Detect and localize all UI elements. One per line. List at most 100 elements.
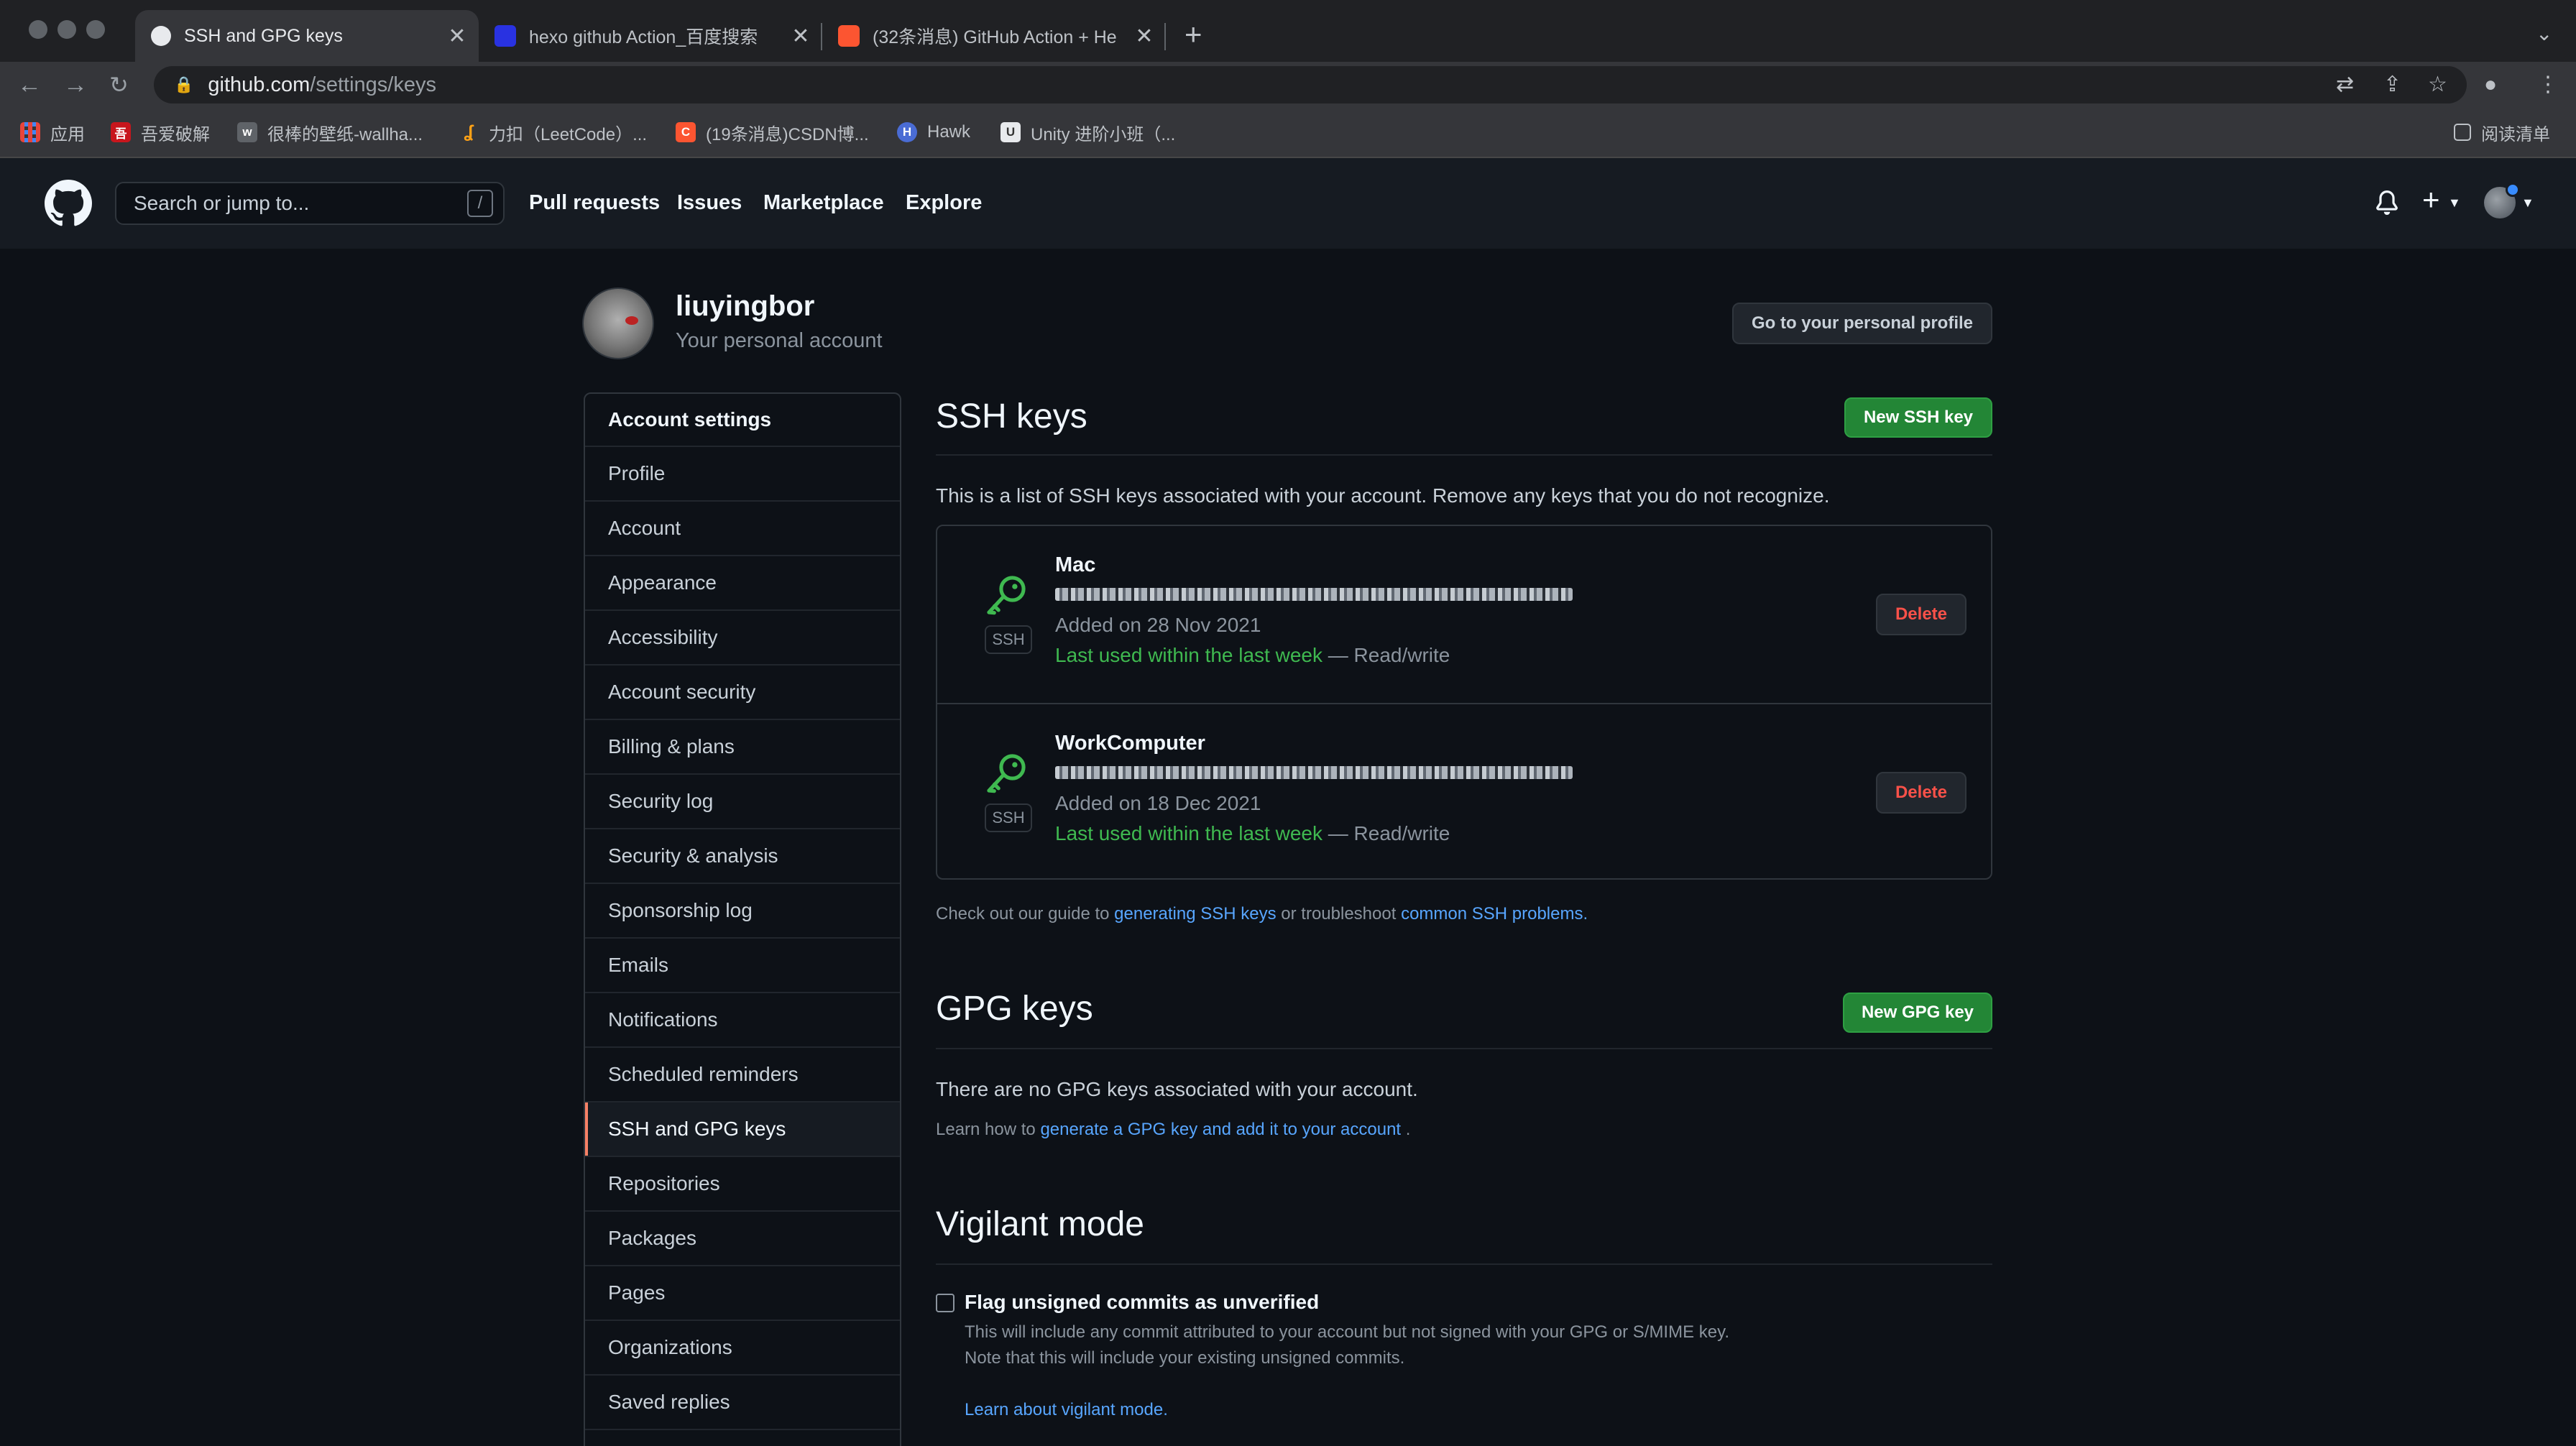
key-last-used: Last used within the last week — Read/wr… (1055, 822, 1450, 845)
browser-toolbar: ← → ↻ 🔒 github.com/settings/keys ⇄ ⇪ ☆ ●… (0, 62, 2576, 108)
go-to-profile-button[interactable]: Go to your personal profile (1732, 303, 1992, 344)
create-caret-icon[interactable]: ▼ (2448, 195, 2461, 211)
nav-marketplace[interactable]: Marketplace (763, 191, 884, 215)
sidebar-item-security-log[interactable]: Security log (585, 775, 900, 829)
tab-close-icon[interactable]: ✕ (443, 24, 472, 49)
back-arrow-icon[interactable]: ← (17, 68, 42, 102)
flag-unsigned-label[interactable]: Flag unsigned commits as unverified (965, 1291, 1319, 1314)
sidebar-item-more[interactable] (585, 1430, 900, 1446)
bookmark-csdn[interactable]: C (19条消息)CSDN博... (676, 118, 869, 147)
avatar-eye-detail (625, 316, 638, 325)
forward-arrow-icon[interactable]: → (63, 68, 88, 102)
profile-avatar[interactable] (582, 287, 654, 359)
tab-close-icon[interactable]: ✕ (786, 24, 815, 49)
notifications-bell-icon[interactable] (2375, 190, 2399, 219)
bookmarks-bar: 应用 吾 吾爱破解 w 很棒的壁纸-wallha... ʆ 力扣（LeetCod… (0, 108, 2576, 158)
gpg-keys-title: GPG keys (936, 990, 1093, 1028)
sidebar-item-account-security[interactable]: Account security (585, 666, 900, 720)
key-icon (980, 571, 1032, 623)
reload-icon[interactable]: ↻ (109, 68, 129, 102)
new-tab-button[interactable]: + (1184, 17, 1202, 52)
nav-explore[interactable]: Explore (906, 191, 982, 215)
sidebar-item-emails[interactable]: Emails (585, 939, 900, 993)
sidebar-item-saved-replies[interactable]: Saved replies (585, 1376, 900, 1430)
learn-suffix: . (1401, 1120, 1411, 1139)
github-logo-icon[interactable] (45, 180, 92, 231)
reading-list-button[interactable]: 阅读清单 (2454, 118, 2550, 147)
menu-kebab-icon[interactable]: ⋮ (2537, 72, 2559, 98)
tab-baidu-search[interactable]: hexo github Action_百度搜索 ✕ (479, 10, 822, 62)
window-maximize-button[interactable] (86, 20, 105, 39)
profile-icon[interactable]: ● (2484, 72, 2497, 98)
apps-grid-icon (20, 122, 40, 142)
sidebar-item-security-analysis[interactable]: Security & analysis (585, 829, 900, 884)
window-close-button[interactable] (29, 20, 47, 39)
bookmark-star-icon[interactable]: ☆ (2428, 72, 2447, 98)
address-bar[interactable]: 🔒 github.com/settings/keys (154, 66, 2467, 103)
generate-gpg-key-link[interactable]: generate a GPG key and add it to your ac… (1040, 1120, 1401, 1139)
bookmark-unity[interactable]: U Unity 进阶小班（... (1000, 118, 1175, 147)
share-icon[interactable]: ⇪ (2383, 72, 2401, 98)
new-gpg-key-button[interactable]: New GPG key (1843, 993, 1992, 1033)
gpg-empty-message: There are no GPG keys associated with yo… (936, 1078, 1418, 1100)
key-fingerprint-redacted (1055, 766, 1573, 779)
tab-title: hexo github Action_百度搜索 (529, 27, 758, 47)
profile-name[interactable]: liuyingbor (676, 290, 814, 323)
vigilant-mode-link[interactable]: Learn about vigilant mode. (965, 1400, 1168, 1419)
sidebar-item-appearance[interactable]: Appearance (585, 556, 900, 611)
bookmark-label: Unity 进阶小班（... (1031, 124, 1176, 144)
avatar-caret-icon[interactable]: ▼ (2521, 195, 2534, 211)
generating-ssh-keys-link[interactable]: generating SSH keys (1114, 904, 1276, 924)
sidebar-item-billing[interactable]: Billing & plans (585, 720, 900, 775)
vigilant-mode-title: Vigilant mode (936, 1205, 1144, 1243)
delete-key-button[interactable]: Delete (1876, 594, 1966, 635)
settings-sidebar: Account settings Profile Account Appeara… (584, 392, 901, 1446)
sidebar-item-accessibility[interactable]: Accessibility (585, 611, 900, 666)
bookmark-52pojie[interactable]: 吾 吾爱破解 (111, 118, 210, 147)
gpg-learn-text: Learn how to generate a GPG key and add … (936, 1120, 1410, 1140)
tab-csdn-article[interactable]: (32条消息) GitHub Action + He ✕ (822, 10, 1166, 62)
nav-issues[interactable]: Issues (677, 191, 742, 215)
bookmark-apps[interactable]: 应用 (20, 118, 85, 147)
sidebar-item-pages[interactable]: Pages (585, 1266, 900, 1321)
browser-tab-strip: SSH and GPG keys ✕ hexo github Action_百度… (0, 0, 2576, 62)
bookmark-label: (19条消息)CSDN博... (706, 124, 869, 144)
url-path: /settings/keys (310, 73, 436, 96)
bookmark-wallhaven[interactable]: w 很棒的壁纸-wallha... (237, 118, 423, 147)
csdn-favicon-icon (838, 25, 860, 47)
tab-search-chevron-icon[interactable]: ⌄ (2536, 22, 2552, 45)
sidebar-item-repositories[interactable]: Repositories (585, 1157, 900, 1212)
leetcode-icon: ʆ (464, 122, 474, 142)
sidebar-item-notifications[interactable]: Notifications (585, 993, 900, 1048)
nav-pull-requests[interactable]: Pull requests (529, 191, 660, 215)
tab-title: SSH and GPG keys (184, 25, 343, 46)
window-minimize-button[interactable] (58, 20, 76, 39)
bookmark-hawk[interactable]: H Hawk (897, 118, 970, 147)
flag-unsigned-checkbox[interactable] (936, 1294, 954, 1312)
tab-ssh-gpg-keys[interactable]: SSH and GPG keys ✕ (135, 10, 479, 62)
create-new-plus-icon[interactable]: + (2422, 183, 2440, 217)
list-item: SSH WorkComputer Added on 18 Dec 2021 La… (937, 703, 1991, 880)
key-last-used-text: Last used within the last week (1055, 644, 1322, 666)
tab-title: (32条消息) GitHub Action + He (873, 27, 1117, 47)
tab-close-icon[interactable]: ✕ (1130, 24, 1159, 49)
ssh-title-divider (936, 454, 1992, 456)
new-ssh-key-button[interactable]: New SSH key (1844, 397, 1992, 438)
sidebar-item-packages[interactable]: Packages (585, 1212, 900, 1266)
vigilant-learn-container: Learn about vigilant mode. (965, 1400, 1168, 1420)
sidebar-item-organizations[interactable]: Organizations (585, 1321, 900, 1376)
search-input[interactable]: Search or jump to... / (115, 182, 505, 225)
sidebar-item-sponsorship-log[interactable]: Sponsorship log (585, 884, 900, 939)
sidebar-item-profile[interactable]: Profile (585, 447, 900, 502)
sidebar-item-account[interactable]: Account (585, 502, 900, 556)
delete-key-button[interactable]: Delete (1876, 772, 1966, 814)
sidebar-item-ssh-gpg-keys[interactable]: SSH and GPG keys (585, 1102, 900, 1157)
translate-icon[interactable]: ⇄ (2336, 72, 2354, 98)
key-access: — Read/write (1322, 822, 1450, 844)
sidebar-item-scheduled-reminders[interactable]: Scheduled reminders (585, 1048, 900, 1102)
bookmark-leetcode[interactable]: ʆ 力扣（LeetCode）... (459, 118, 648, 147)
common-ssh-problems-link[interactable]: common SSH problems. (1401, 904, 1588, 924)
key-last-used: Last used within the last week — Read/wr… (1055, 644, 1450, 667)
ssh-keys-list: SSH Mac Added on 28 Nov 2021 Last used w… (936, 525, 1992, 880)
vigilant-desc-2: Note that this will include your existin… (965, 1348, 1405, 1368)
